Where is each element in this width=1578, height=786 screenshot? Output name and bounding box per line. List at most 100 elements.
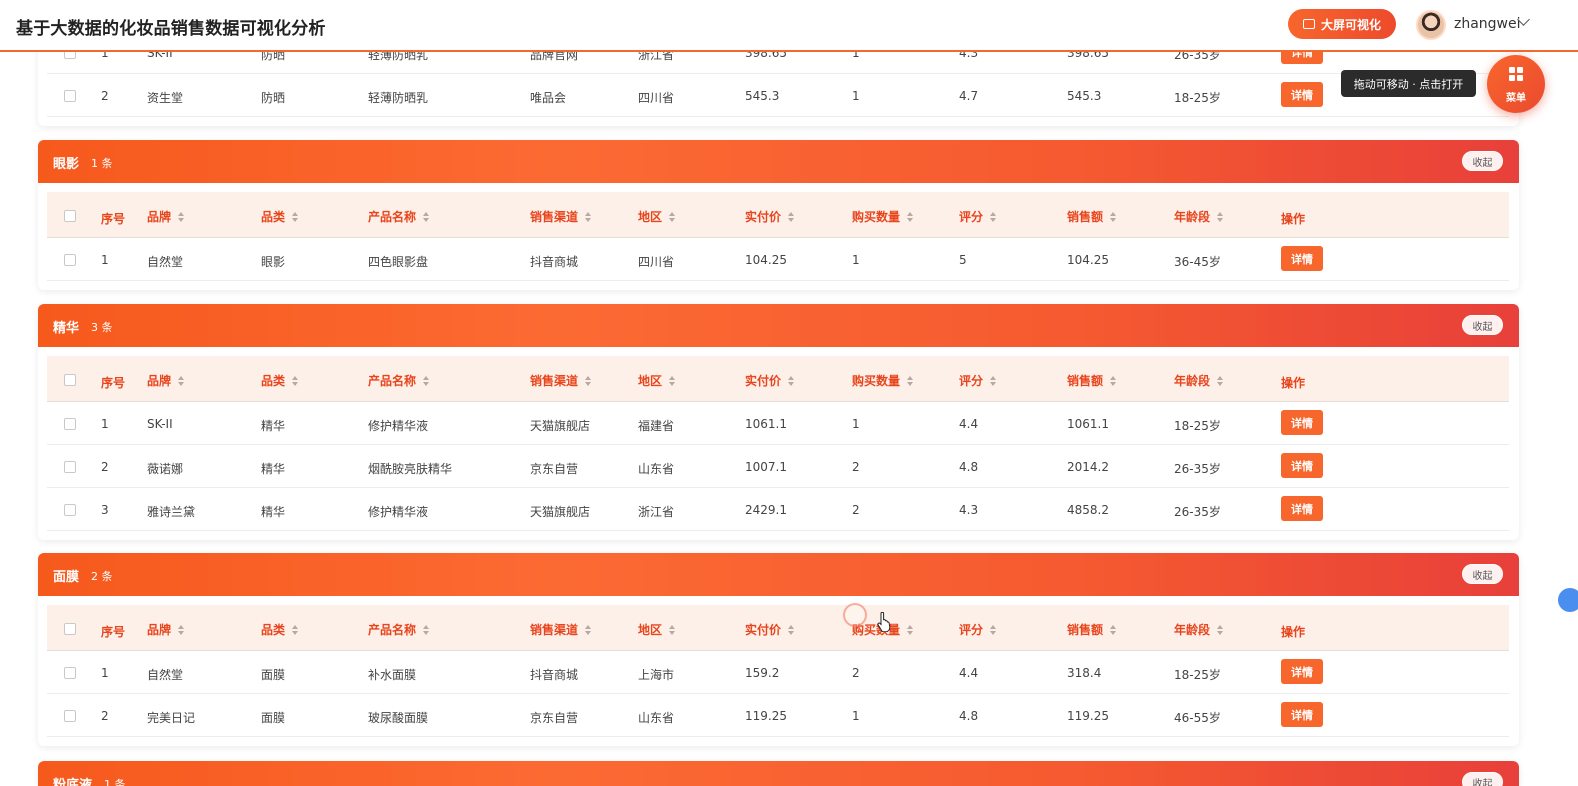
sort-icon[interactable] (907, 625, 914, 635)
avatar[interactable] (1416, 10, 1446, 40)
col-brand[interactable]: 品牌 (147, 208, 185, 225)
sort-icon[interactable] (1217, 376, 1224, 386)
col-amount[interactable]: 销售额 (1067, 372, 1117, 389)
edge-handle[interactable] (1558, 588, 1578, 612)
cell-age: 26-35岁 (1174, 462, 1221, 476)
group-header[interactable]: 面膜 2 条 收起 (38, 553, 1519, 596)
app-title: 基于大数据的化妆品销售数据可视化分析 (16, 19, 326, 39)
row-checkbox[interactable] (64, 667, 76, 679)
detail-button[interactable]: 详情 (1281, 453, 1323, 478)
col-category[interactable]: 品类 (261, 621, 299, 638)
row-checkbox[interactable] (64, 254, 76, 266)
detail-button[interactable]: 详情 (1281, 246, 1323, 271)
sort-icon[interactable] (788, 212, 795, 222)
col-price[interactable]: 实付价 (745, 372, 795, 389)
table-row: 1 自然堂 面膜 补水面膜 抖音商城 上海市 159.2 2 4.4 318.4… (47, 651, 1509, 694)
col-score[interactable]: 评分 (959, 621, 997, 638)
sort-icon[interactable] (292, 212, 299, 222)
col-category[interactable]: 品类 (261, 372, 299, 389)
sort-icon[interactable] (178, 212, 185, 222)
sort-icon[interactable] (990, 625, 997, 635)
sort-icon[interactable] (990, 376, 997, 386)
col-price[interactable]: 实付价 (745, 621, 795, 638)
sort-icon[interactable] (669, 376, 676, 386)
row-checkbox[interactable] (64, 710, 76, 722)
col-price[interactable]: 实付价 (745, 208, 795, 225)
col-amount[interactable]: 销售额 (1067, 208, 1117, 225)
sort-icon[interactable] (788, 625, 795, 635)
col-score[interactable]: 评分 (959, 372, 997, 389)
sort-icon[interactable] (178, 376, 185, 386)
col-age[interactable]: 年龄段 (1174, 621, 1224, 638)
row-checkbox[interactable] (64, 418, 76, 430)
col-age[interactable]: 年龄段 (1174, 372, 1224, 389)
collapse-button[interactable]: 收起 (1462, 564, 1503, 584)
collapse-button[interactable]: 收起 (1462, 772, 1503, 786)
row-checkbox[interactable] (64, 90, 76, 102)
floating-menu-button[interactable]: 菜单 (1487, 55, 1545, 113)
detail-button[interactable]: 详情 (1281, 82, 1323, 107)
col-channel[interactable]: 销售渠道 (530, 208, 592, 225)
sort-icon[interactable] (585, 625, 592, 635)
select-all-checkbox[interactable] (64, 623, 76, 635)
cell-product: 玻尿酸面膜 (368, 711, 429, 725)
detail-button[interactable]: 详情 (1281, 496, 1323, 521)
cell-qty: 2 (852, 503, 860, 517)
col-region[interactable]: 地区 (638, 208, 676, 225)
username[interactable]: zhangwei (1454, 16, 1521, 32)
detail-button[interactable]: 详情 (1281, 659, 1323, 684)
col-brand[interactable]: 品牌 (147, 621, 185, 638)
sort-icon[interactable] (585, 212, 592, 222)
detail-button[interactable]: 详情 (1281, 410, 1323, 435)
cell-age: 18-25岁 (1174, 668, 1221, 682)
sort-icon[interactable] (292, 625, 299, 635)
col-channel[interactable]: 销售渠道 (530, 372, 592, 389)
col-age[interactable]: 年龄段 (1174, 208, 1224, 225)
sort-icon[interactable] (178, 625, 185, 635)
row-checkbox[interactable] (64, 461, 76, 473)
group-header[interactable]: 精华 3 条 收起 (38, 304, 1519, 347)
sort-icon[interactable] (292, 376, 299, 386)
col-score[interactable]: 评分 (959, 208, 997, 225)
cell-amount: 119.25 (1067, 709, 1109, 723)
col-brand[interactable]: 品牌 (147, 372, 185, 389)
col-region[interactable]: 地区 (638, 372, 676, 389)
sort-icon[interactable] (1217, 212, 1224, 222)
sort-icon[interactable] (907, 376, 914, 386)
col-product[interactable]: 产品名称 (368, 208, 430, 225)
sort-icon[interactable] (990, 212, 997, 222)
col-qty[interactable]: 购买数量 (852, 208, 914, 225)
sort-icon[interactable] (423, 625, 430, 635)
row-checkbox[interactable] (64, 504, 76, 516)
collapse-button[interactable]: 收起 (1462, 315, 1503, 335)
cell-seq: 3 (101, 503, 109, 517)
sort-icon[interactable] (1110, 376, 1117, 386)
sort-icon[interactable] (669, 625, 676, 635)
bigscreen-button[interactable]: 大屏可视化 (1288, 9, 1396, 39)
sort-icon[interactable] (1217, 625, 1224, 635)
select-all-checkbox[interactable] (64, 210, 76, 222)
col-category[interactable]: 品类 (261, 208, 299, 225)
col-channel[interactable]: 销售渠道 (530, 621, 592, 638)
sort-icon[interactable] (669, 212, 676, 222)
select-all-checkbox[interactable] (64, 374, 76, 386)
sort-icon[interactable] (907, 212, 914, 222)
collapse-button[interactable]: 收起 (1462, 151, 1503, 171)
sort-icon[interactable] (788, 376, 795, 386)
cell-category: 眼影 (261, 255, 286, 269)
sort-icon[interactable] (585, 376, 592, 386)
group-card-essence: 精华 3 条 收起 序号 品牌 品类 产品名称 销售渠道 地区 实付价 购买数量… (38, 304, 1519, 540)
col-product[interactable]: 产品名称 (368, 372, 430, 389)
detail-button[interactable]: 详情 (1281, 702, 1323, 727)
col-region[interactable]: 地区 (638, 621, 676, 638)
sort-icon[interactable] (423, 376, 430, 386)
col-amount[interactable]: 销售额 (1067, 621, 1117, 638)
sort-icon[interactable] (1110, 625, 1117, 635)
sort-icon[interactable] (423, 212, 430, 222)
col-qty[interactable]: 购买数量 (852, 372, 914, 389)
table-row: 1 SK-II 精华 修护精华液 天猫旗舰店 福建省 1061.1 1 4.4 … (47, 402, 1509, 445)
group-header[interactable]: 粉底液 1 条 收起 (38, 761, 1519, 786)
col-product[interactable]: 产品名称 (368, 621, 430, 638)
group-header[interactable]: 眼影 1 条 收起 (38, 140, 1519, 183)
sort-icon[interactable] (1110, 212, 1117, 222)
